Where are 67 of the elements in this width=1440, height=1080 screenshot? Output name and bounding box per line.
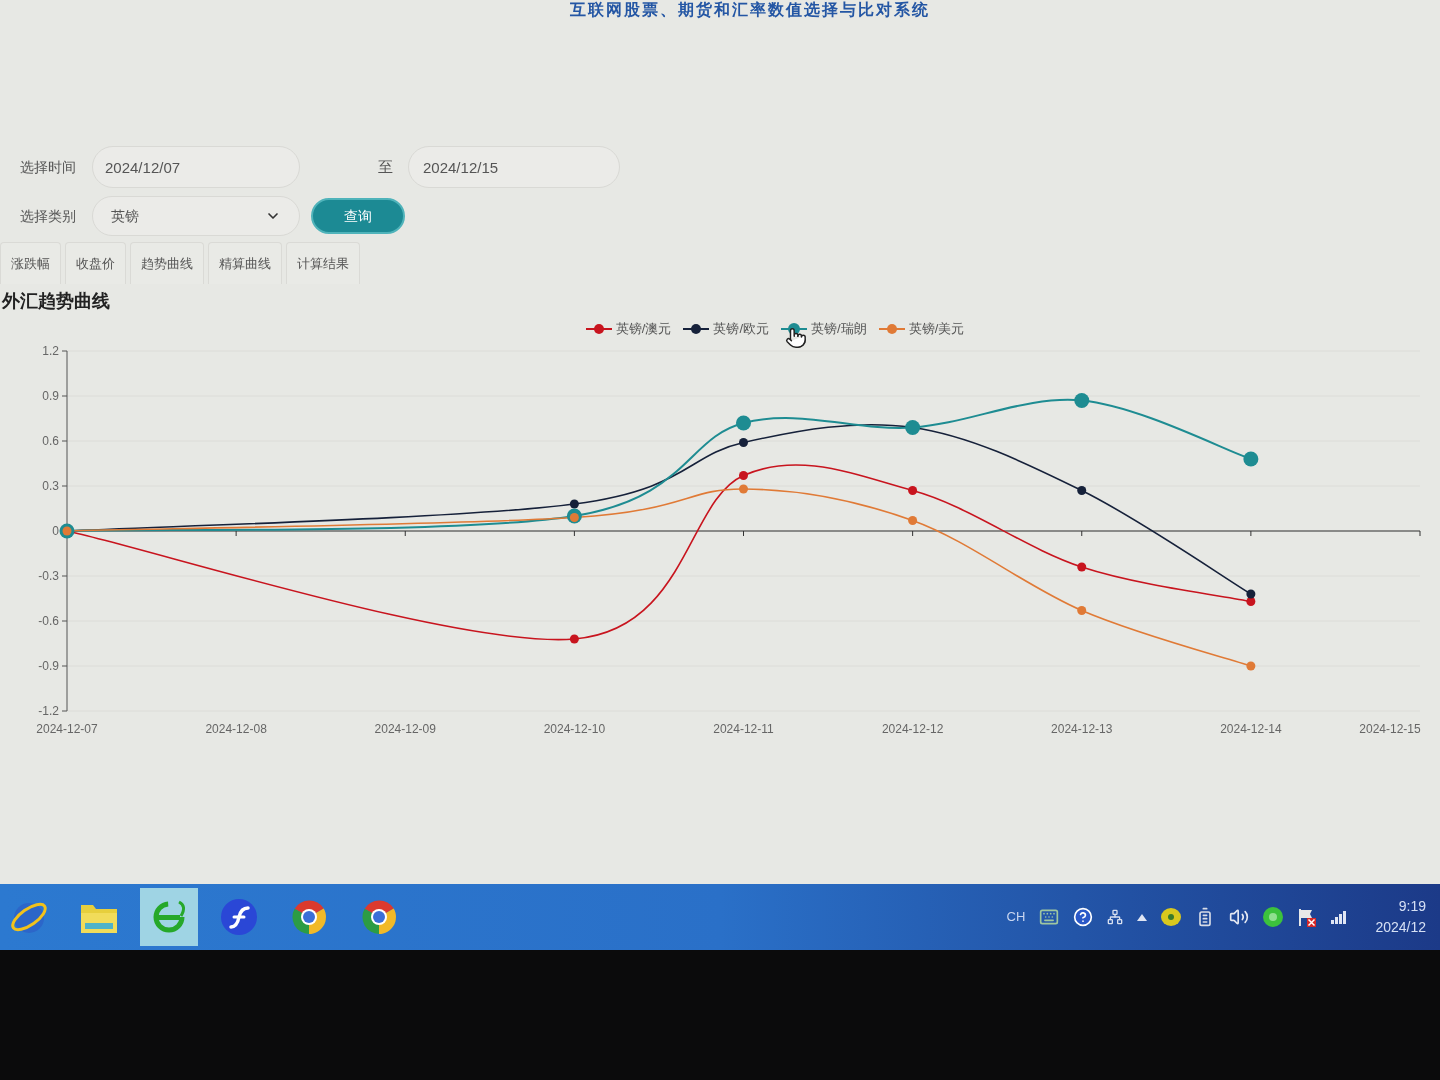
start-date-input[interactable]: 2024/12/07 <box>92 146 300 188</box>
data-point-marker <box>1246 596 1256 606</box>
end-date-input[interactable]: 2024/12/15 <box>408 146 620 188</box>
circle-badge-icon[interactable] <box>1263 907 1284 927</box>
tab[interactable]: 收盘价 <box>65 242 126 284</box>
x-tick-label: 2024-12-08 <box>205 721 267 736</box>
x-tick-label: 2024-12-13 <box>1051 721 1113 736</box>
data-point-marker <box>1077 605 1087 615</box>
chrome-logo-icon <box>289 897 329 937</box>
y-tick-label: -0.6 <box>38 613 59 628</box>
speaker-icon[interactable] <box>1229 907 1250 927</box>
legend-item[interactable]: 英镑/瑞朗 <box>781 319 867 339</box>
y-tick-label: 0.9 <box>42 388 59 403</box>
clock-time: 9:19 <box>1398 897 1426 916</box>
data-point-marker <box>1077 562 1087 571</box>
x-tick-label: 2024-12-14 <box>1220 721 1282 736</box>
tab[interactable]: 趋势曲线 <box>130 242 204 284</box>
x-tick-label: 2024-12-11 <box>713 721 774 736</box>
help-icon[interactable] <box>1073 907 1094 927</box>
data-point-marker <box>905 419 921 435</box>
clock-date: 2024/12 <box>1375 918 1426 937</box>
field-label: 选择时间 <box>20 157 77 177</box>
page-title: 互联网股票、期货和汇率数值选择与比对系统 <box>570 0 930 21</box>
network-icon[interactable] <box>1107 909 1124 925</box>
data-point-marker <box>1246 589 1256 598</box>
circle-badge-icon[interactable] <box>1161 908 1182 926</box>
data-point-marker <box>736 415 751 430</box>
data-point-marker <box>908 515 918 525</box>
field-label: 选择类别 <box>20 206 77 226</box>
data-point-marker <box>1246 661 1256 670</box>
signal-bars-icon[interactable] <box>1331 910 1348 924</box>
data-point-marker <box>1243 451 1259 466</box>
data-point-marker <box>739 470 748 480</box>
swoosh-circle-icon <box>219 897 259 937</box>
tab[interactable]: 涨跌幅 <box>0 242 61 284</box>
y-tick-label: 1.2 <box>42 343 59 358</box>
data-point-marker <box>739 437 748 447</box>
y-tick-label: 0.6 <box>42 433 59 448</box>
data-point-marker <box>1077 485 1087 495</box>
data-point-marker <box>739 484 748 493</box>
data-point-marker <box>1074 392 1090 408</box>
x-tick-label: 2024-12-07 <box>36 721 98 736</box>
keyboard-icon[interactable] <box>1039 907 1060 927</box>
legend-item[interactable]: 英镑/美元 <box>878 319 965 339</box>
y-tick-label: 0.3 <box>42 478 59 493</box>
y-tick-label: -1.2 <box>38 703 59 718</box>
data-point-marker <box>908 485 918 495</box>
tab[interactable]: 计算结果 <box>286 242 360 284</box>
x-tick-label: 2024-12-09 <box>374 721 436 736</box>
y-tick-label: -0.3 <box>38 568 59 583</box>
data-point-marker <box>569 634 579 643</box>
x-tick-label: 2024-12-10 <box>543 721 606 736</box>
query-button[interactable]: 查询 <box>311 198 405 234</box>
legend-item[interactable]: 英镑/欧元 <box>683 319 769 339</box>
legend-item[interactable]: 英镑/澳元 <box>585 319 672 339</box>
chart-title: 外汇趋势曲线 <box>2 290 110 313</box>
x-tick-label: 2024-12-12 <box>881 721 944 736</box>
chrome-logo-icon <box>359 897 399 937</box>
range-separator: 至 <box>378 156 394 177</box>
y-tick-label: -0.9 <box>38 658 59 673</box>
triangle-up-icon[interactable] <box>1137 913 1148 921</box>
language-indicator[interactable]: CH <box>1006 907 1026 927</box>
x-tick-label: 2024-12-15 <box>1359 721 1421 736</box>
y-tick-label: 0 <box>52 523 59 538</box>
tab[interactable]: 精算曲线 <box>208 242 282 284</box>
flag-error-icon[interactable] <box>1297 907 1318 927</box>
category-select[interactable]: 英镑 <box>92 196 300 236</box>
